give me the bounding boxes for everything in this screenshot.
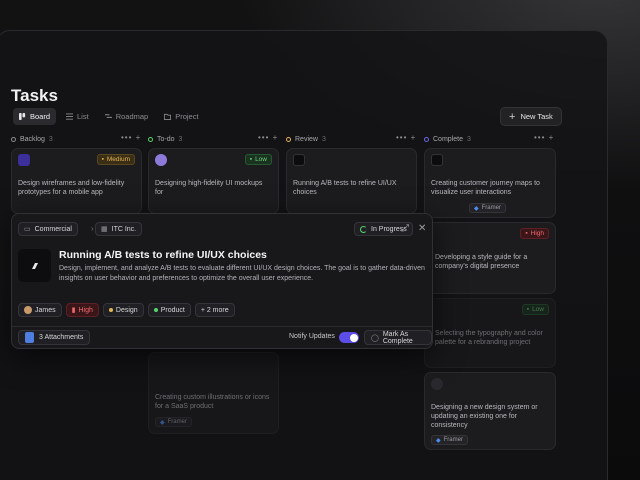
priority-badge: ▪ Low [244, 154, 272, 165]
task-card[interactable]: ▪ High Developing a style guide for a com… [424, 222, 556, 294]
column-tools-complete[interactable]: ••• + [534, 133, 554, 142]
task-title: Running A/B tests to refine UI/UX choice… [59, 249, 267, 261]
file-icon [25, 332, 34, 343]
project-logo-icon [18, 154, 30, 166]
column-count: 3 [48, 135, 53, 143]
task-card[interactable]: Creating custom illustrations or icons f… [148, 352, 279, 434]
task-description: Design wireframes and low-fidelity proto… [18, 180, 125, 196]
column-name: To-do [157, 135, 175, 143]
column-header-complete: Complete 3 [424, 134, 471, 144]
breadcrumb-company[interactable]: ▦ ITC Inc. [95, 222, 143, 236]
task-detail-modal: ▭ Commercial › ▦ ITC Inc. In Progress ⤢ … [11, 213, 433, 349]
task-description: Running A/B tests to refine UI/UX choice… [293, 180, 397, 196]
tag-chip-product[interactable]: Product [147, 303, 191, 317]
task-card[interactable]: ▪ Low Selecting the typography and color … [424, 298, 556, 368]
project-logo-icon [155, 154, 167, 166]
tool-chip: ◆ Framer [155, 417, 192, 427]
task-card[interactable]: Creating customer journey maps to visual… [424, 148, 556, 218]
tag-chip-design[interactable]: Design [102, 303, 144, 317]
column-count: 3 [466, 135, 471, 143]
chevron-right-icon: › [91, 224, 94, 233]
column-tools-backlog[interactable]: ••• + [121, 133, 141, 142]
priority-badge: ▪ Medium [96, 154, 135, 165]
list-icon [66, 113, 74, 120]
column-header-backlog: Backlog 3 [11, 134, 53, 144]
project-logo-icon [431, 154, 443, 166]
priority-badge: ▪ Low [521, 304, 549, 315]
task-description: Selecting the typography and color palet… [435, 330, 543, 346]
task-description: Designing high-fidelity UI mockups for [155, 180, 263, 196]
close-icon[interactable]: ✕ [418, 223, 426, 234]
task-description: Creating customer journey maps to visual… [431, 180, 540, 196]
task-card[interactable]: ▪ Low Designing high-fidelity UI mockups … [148, 148, 279, 214]
status-dot-icon [424, 136, 429, 142]
tool-chip: ◆ Framer [469, 203, 506, 213]
task-description: Designing a new design system or updatin… [431, 404, 538, 429]
column-count: 3 [321, 135, 326, 143]
roadmap-icon [104, 114, 112, 118]
status-dot-icon [148, 136, 153, 142]
view-roadmap-tab[interactable]: Roadmap [99, 108, 155, 125]
progress-ring-icon [360, 225, 367, 233]
notify-label: Notify Updates [289, 333, 335, 340]
plus-icon: + [509, 110, 516, 123]
column-tools-todo[interactable]: ••• + [258, 133, 278, 142]
view-board-label: Board [30, 112, 51, 121]
task-description: Design, implement, and analyze A/B tests… [59, 265, 425, 282]
building-icon: ▦ [101, 226, 108, 233]
task-card[interactable]: Running A/B tests to refine UI/UX choice… [286, 148, 417, 214]
avatar [24, 306, 32, 314]
view-board-tab[interactable]: Board [13, 108, 57, 125]
task-tags: James ▮ High Design Product + 2 more [18, 303, 235, 317]
project-logo-icon [293, 154, 305, 166]
mark-complete-button[interactable]: ◯ Mark As Complete [364, 330, 432, 345]
column-tools-review[interactable]: ••• + [396, 133, 416, 142]
dot-icon [153, 308, 158, 312]
briefcase-icon: ▭ [24, 226, 31, 233]
project-logo-icon [18, 249, 51, 282]
column-count: 3 [178, 135, 183, 143]
column-name: Review [295, 135, 318, 143]
breadcrumb-commercial[interactable]: ▭ Commercial [18, 222, 78, 236]
check-circle-icon: ◯ [371, 334, 379, 342]
column-name: Complete [433, 135, 463, 143]
status-dot-icon [286, 136, 291, 142]
view-roadmap-label: Roadmap [115, 112, 149, 121]
tool-chip: ◆ Framer [431, 435, 468, 445]
view-project-tab[interactable]: Project [158, 108, 204, 125]
view-list-label: List [77, 112, 89, 121]
signal-icon: ▮ [71, 307, 76, 314]
task-description: Creating custom illustrations or icons f… [155, 394, 270, 410]
view-list-tab[interactable]: List [60, 108, 95, 125]
task-card[interactable]: Designing a new design system or updatin… [424, 372, 556, 450]
column-header-review: Review 3 [286, 134, 326, 144]
dot-icon [108, 308, 113, 312]
view-project-label: Project [175, 112, 199, 121]
column-name: Backlog [20, 135, 45, 143]
priority-chip[interactable]: ▮ High [65, 303, 99, 317]
more-tags-chip[interactable]: + 2 more [194, 303, 235, 317]
task-description: Developing a style guide for a company's… [435, 254, 528, 270]
divider [12, 326, 432, 327]
new-task-button[interactable]: + New Task [500, 107, 562, 126]
notify-toggle[interactable] [339, 332, 359, 343]
project-logo-icon [431, 378, 443, 390]
view-switcher: Board List Roadmap Project [13, 108, 205, 125]
board-icon [19, 113, 26, 120]
status-dot-icon [11, 136, 16, 142]
assignee-chip[interactable]: James [18, 303, 62, 317]
attachments-button[interactable]: 3 Attachments [18, 330, 91, 345]
expand-icon[interactable]: ⤢ [401, 223, 409, 234]
page-title: Tasks [11, 86, 58, 105]
new-task-label: New Task [520, 112, 553, 121]
folder-icon [164, 113, 172, 120]
priority-badge: ▪ High [520, 228, 549, 239]
task-card[interactable]: ▪ Medium Design wireframes and low-fideli… [11, 148, 142, 214]
column-header-todo: To-do 3 [148, 134, 182, 144]
